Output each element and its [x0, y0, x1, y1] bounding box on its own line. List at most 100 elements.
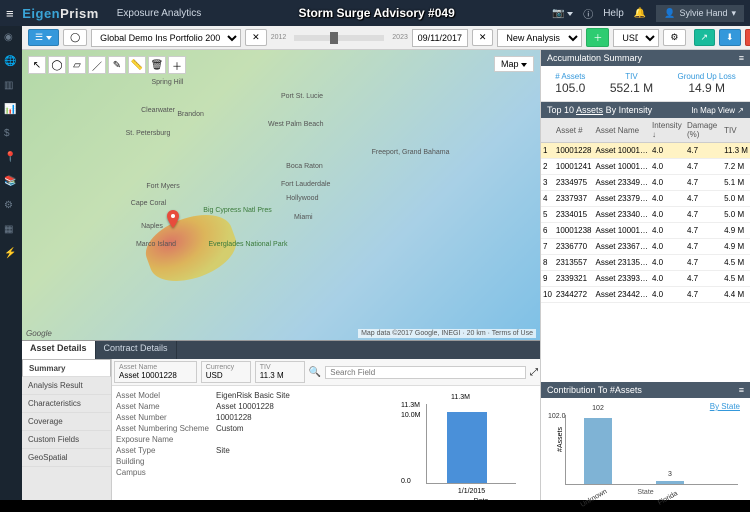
- marker-tool[interactable]: ✎: [108, 56, 126, 74]
- user-icon: 👤: [664, 8, 675, 19]
- dollar-icon[interactable]: $: [4, 128, 18, 142]
- top10-table: Asset # Asset Name Intensity ↓ Damage (%…: [541, 118, 750, 382]
- map-type-toggle[interactable]: Map: [494, 56, 534, 72]
- table-row[interactable]: 52334015Asset 23340…4.04.75.0 M: [541, 207, 750, 223]
- analysis-select[interactable]: New Analysis: [497, 29, 582, 47]
- acc-assets-value: 105.0: [555, 81, 585, 95]
- info-icon[interactable]: ⓘ: [583, 6, 593, 21]
- table-row[interactable]: 72336770Asset 23367…4.04.74.9 M: [541, 239, 750, 255]
- globe-icon[interactable]: 🌐: [4, 56, 18, 70]
- map-view-link[interactable]: In Map View: [691, 106, 735, 115]
- details-nav: Summary Analysis Result Characteristics …: [22, 359, 112, 500]
- date-input[interactable]: [412, 29, 468, 47]
- hamburger-icon[interactable]: ≡: [6, 6, 14, 21]
- col-n[interactable]: [541, 118, 554, 143]
- search-icon: 🔍: [309, 367, 321, 378]
- map-pin-icon[interactable]: [167, 210, 179, 228]
- user-name: Sylvie Hand: [679, 8, 727, 18]
- ruler-tool[interactable]: 📏: [128, 56, 146, 74]
- panel-menu-icon[interactable]: ≡: [739, 53, 744, 63]
- nav-sidebar: ◉ 🌐 ▥ 📊 $ 📍 📚 ⚙ ▦ ⚡: [0, 26, 22, 500]
- section-title: Exposure Analytics: [117, 8, 202, 19]
- share-button[interactable]: ↗: [694, 29, 716, 46]
- add-analysis-button[interactable]: ＋: [586, 28, 609, 47]
- table-row[interactable]: 42337937Asset 23379…4.04.75.0 M: [541, 191, 750, 207]
- map-labels: Spring Hill Clearwater Brandon St. Peter…: [126, 79, 385, 311]
- currency-settings[interactable]: ⚙: [663, 29, 685, 46]
- dot-button[interactable]: ◯: [63, 29, 87, 46]
- chart-icon[interactable]: ▥: [4, 80, 18, 94]
- map-toolbar: ↖ ◯ ▱ ／ ✎ 📏 🗑 ＋: [28, 56, 186, 74]
- expand-icon[interactable]: ⤢: [530, 367, 538, 378]
- contrib-chart: #Assets 102.0 102 3 Unknown Florida: [565, 415, 738, 485]
- table-row[interactable]: 32334975Asset 23349…4.04.75.1 M: [541, 175, 750, 191]
- grid-icon[interactable]: ▦: [4, 224, 18, 238]
- acc-gul-label: Ground Up Loss: [678, 72, 736, 81]
- nav-geospatial[interactable]: GeoSpatial: [22, 449, 111, 467]
- page-title: Storm Surge Advisory #049: [201, 6, 552, 20]
- bolt-icon[interactable]: ⚡: [4, 248, 18, 262]
- contrib-panel: By State #Assets 102.0 102 3 Unknown Flo…: [541, 398, 750, 500]
- location-icon[interactable]: 📍: [4, 152, 18, 166]
- acc-tiv-value: 552.1 M: [610, 81, 653, 95]
- nav-analysis-result[interactable]: Analysis Result: [22, 377, 111, 395]
- table-row[interactable]: 110001228Asset 10001…4.04.711.3 M: [541, 143, 750, 159]
- bar-unknown: [584, 418, 612, 484]
- date-clear[interactable]: ✕: [472, 29, 494, 46]
- nav-custom-fields[interactable]: Custom Fields: [22, 431, 111, 449]
- portfolio-select[interactable]: Global Demo Ins Portfolio 200k: [91, 29, 241, 47]
- search-field-input[interactable]: [325, 366, 526, 379]
- analysis-toolbar: ☰ ◯ Global Demo Ins Portfolio 200k ✕ 201…: [22, 26, 750, 50]
- panel-menu-icon[interactable]: ≡: [739, 385, 744, 395]
- gear-icon[interactable]: ⚙: [4, 200, 18, 214]
- acc-tiv-label: TIV: [610, 72, 653, 81]
- currency-select[interactable]: USD: [613, 29, 659, 47]
- col-tiv[interactable]: TIV: [722, 118, 750, 143]
- date-slider[interactable]: [294, 35, 384, 41]
- contrib-by-link[interactable]: By State: [710, 402, 740, 411]
- pointer-tool[interactable]: ↖: [28, 56, 46, 74]
- export-button[interactable]: ⬇: [719, 29, 741, 46]
- det-currency: USD: [206, 371, 246, 380]
- camera-icon[interactable]: 📷: [552, 8, 573, 19]
- trash-tool[interactable]: 🗑: [148, 56, 166, 74]
- alert-button[interactable]: ⚠: [745, 29, 750, 46]
- det-tiv-chart: 11.3M 10.0M 0.0 11.3M 1/1/2015: [426, 404, 516, 484]
- contrib-xlabel: State: [545, 489, 746, 496]
- col-intensity[interactable]: Intensity ↓: [650, 118, 685, 143]
- layers-button[interactable]: ☰: [28, 29, 59, 46]
- portfolio-clear[interactable]: ✕: [245, 29, 267, 46]
- nav-coverage[interactable]: Coverage: [22, 413, 111, 431]
- map-credit: Google: [26, 329, 52, 338]
- acc-summary-header: Accumulation Summary ≡: [541, 50, 750, 66]
- polygon-tool[interactable]: ▱: [68, 56, 86, 74]
- col-assetname[interactable]: Asset Name: [594, 118, 650, 143]
- circle-tool[interactable]: ◯: [48, 56, 66, 74]
- table-row[interactable]: 92339321Asset 23393…4.04.74.5 M: [541, 271, 750, 287]
- line-tool[interactable]: ／: [88, 56, 106, 74]
- bell-icon[interactable]: 🔔: [634, 8, 646, 19]
- help-link[interactable]: Help: [603, 8, 624, 19]
- det-xaxis-label: Date: [426, 498, 536, 505]
- map-view[interactable]: Spring Hill Clearwater Brandon St. Peter…: [22, 50, 540, 340]
- date-min: 2012: [271, 34, 287, 41]
- zoom-tool[interactable]: ＋: [168, 56, 186, 74]
- bar-florida: [656, 481, 684, 484]
- col-assetnum[interactable]: Asset #: [554, 118, 594, 143]
- tab-asset-details[interactable]: Asset Details: [22, 341, 96, 359]
- user-menu[interactable]: 👤 Sylvie Hand ▾: [656, 5, 744, 22]
- user-caret-icon: ▾: [731, 8, 736, 19]
- bars-icon[interactable]: 📊: [4, 104, 18, 118]
- table-row[interactable]: 102344272Asset 23442…4.04.74.4 M: [541, 287, 750, 303]
- col-damage[interactable]: Damage (%): [685, 118, 722, 143]
- app-header: ≡ EigenPrism Exposure Analytics Storm Su…: [0, 0, 750, 26]
- acc-assets-label: # Assets: [555, 72, 585, 81]
- table-row[interactable]: 610001238Asset 10001…4.04.74.9 M: [541, 223, 750, 239]
- layers-icon[interactable]: 📚: [4, 176, 18, 190]
- nav-summary[interactable]: Summary: [22, 359, 111, 377]
- nav-characteristics[interactable]: Characteristics: [22, 395, 111, 413]
- table-row[interactable]: 82313557Asset 23135…4.04.74.5 M: [541, 255, 750, 271]
- table-row[interactable]: 210001241Asset 10001…4.04.77.2 M: [541, 159, 750, 175]
- dashboard-icon[interactable]: ◉: [4, 32, 18, 46]
- tab-contract-details[interactable]: Contract Details: [96, 341, 177, 359]
